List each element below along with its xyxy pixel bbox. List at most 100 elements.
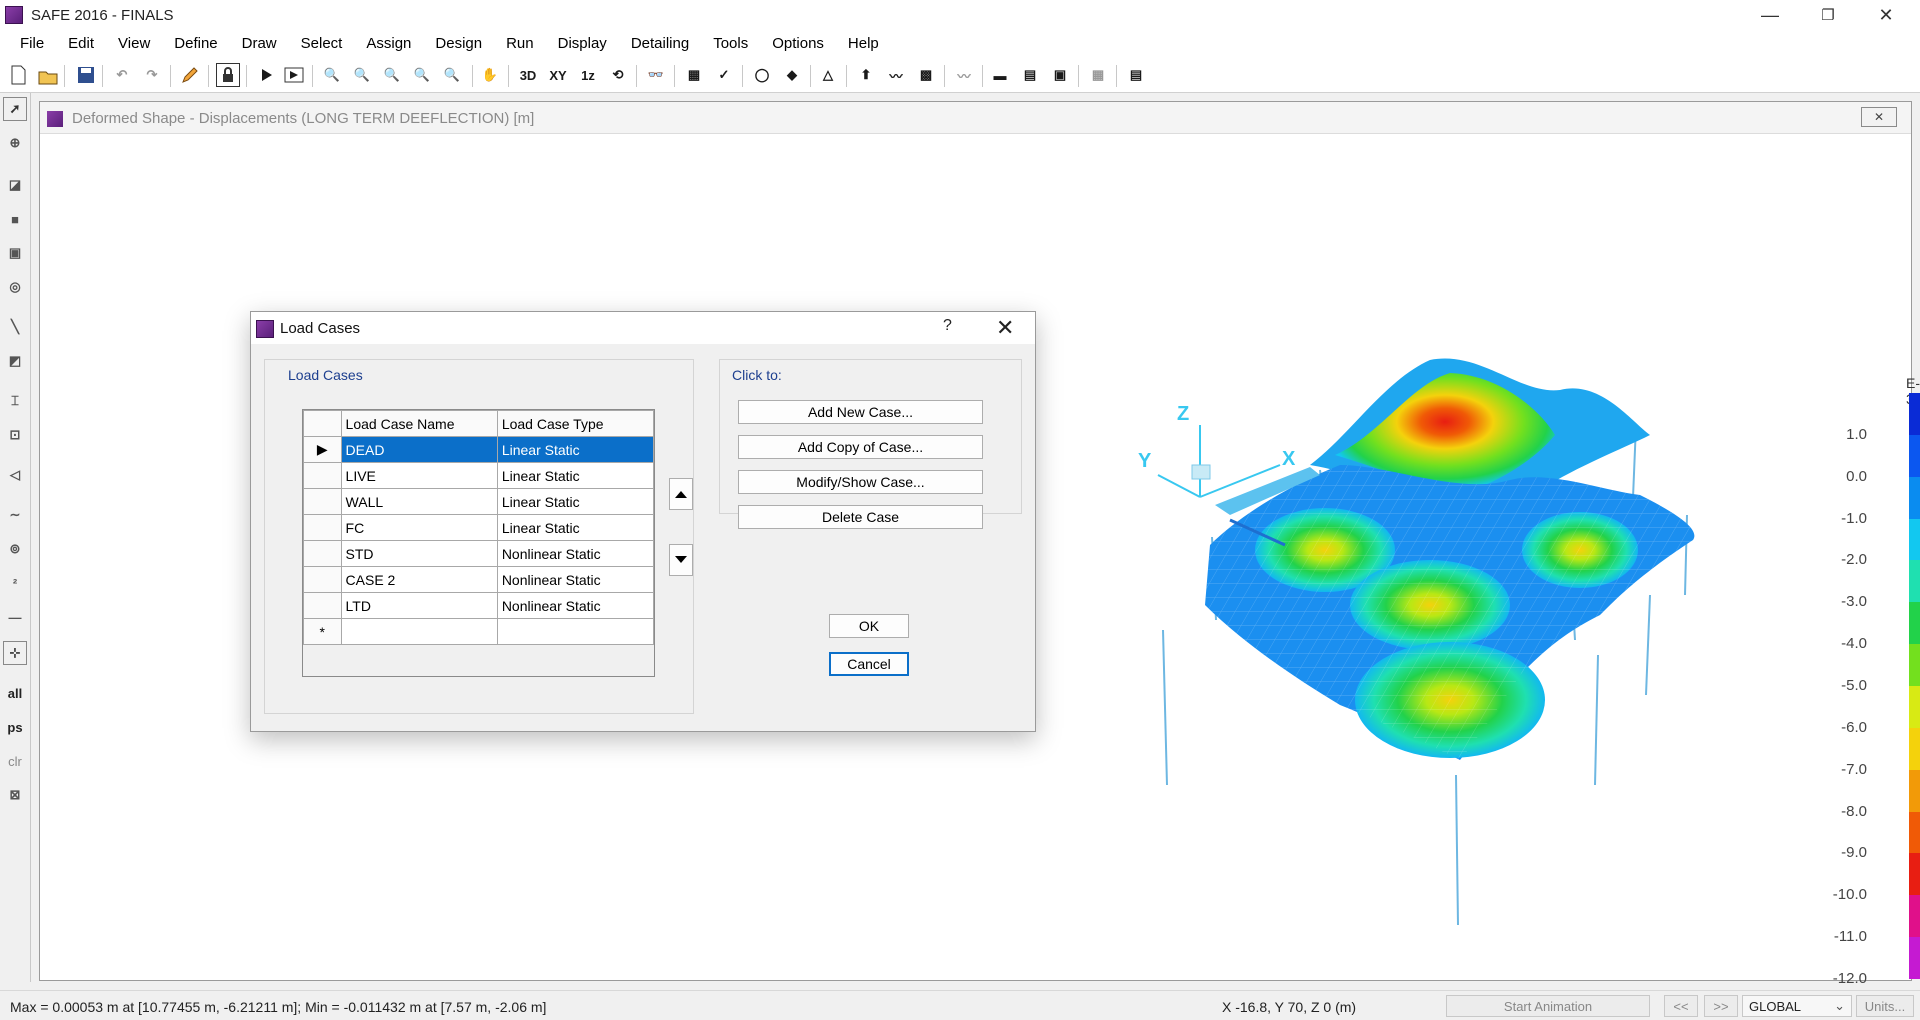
case-type-cell[interactable]: Nonlinear Static xyxy=(496,592,655,619)
lock-icon[interactable] xyxy=(216,63,240,87)
table-row[interactable]: LIVE Linear Static xyxy=(303,462,655,489)
coordinate-system-select[interactable]: GLOBAL ⌄ xyxy=(1742,995,1852,1017)
modify-show-case-button[interactable]: Modify/Show Case... xyxy=(738,470,983,494)
open-file-icon[interactable] xyxy=(36,63,60,87)
tables-icon[interactable]: ▤ xyxy=(1124,63,1148,87)
delete-case-button[interactable]: Delete Case xyxy=(738,505,983,529)
beam-forces-icon[interactable]: ▬ xyxy=(988,63,1012,87)
zoom-window-icon[interactable]: 🔍 xyxy=(320,63,344,87)
case-name-cell[interactable]: STD xyxy=(340,540,498,567)
menu-assign[interactable]: Assign xyxy=(354,30,423,57)
minimize-button[interactable]: — xyxy=(1742,0,1798,30)
pointer-icon[interactable]: ➚ xyxy=(3,97,27,121)
draw-strip-icon[interactable]: ◁ xyxy=(3,463,27,487)
menu-detailing[interactable]: Detailing xyxy=(619,30,701,57)
menu-help[interactable]: Help xyxy=(836,30,891,57)
draw-rectangle-icon[interactable]: ■ xyxy=(3,207,27,231)
reactions-icon[interactable]: ⬆ xyxy=(854,63,878,87)
set-display-options-icon[interactable]: 👓 xyxy=(644,63,668,87)
case-type-cell[interactable]: Linear Static xyxy=(496,514,655,541)
case-name-cell[interactable]: DEAD xyxy=(340,436,498,463)
circle-icon[interactable]: ◯ xyxy=(750,63,774,87)
view-close-button[interactable]: ✕ xyxy=(1861,107,1897,127)
intersecting-line-icon[interactable]: ⊠ xyxy=(3,783,27,807)
contour-icon[interactable]: ▩ xyxy=(914,63,938,87)
new-case-name-cell[interactable] xyxy=(340,618,498,645)
menu-define[interactable]: Define xyxy=(162,30,229,57)
draw-area-icon[interactable]: ◪ xyxy=(3,173,27,197)
pan-icon[interactable]: ✋ xyxy=(478,63,502,87)
redo-icon[interactable]: ↷ xyxy=(140,63,164,87)
draw-rebar-icon[interactable]: — xyxy=(3,605,27,629)
case-name-cell[interactable]: CASE 2 xyxy=(340,566,498,593)
menu-design[interactable]: Design xyxy=(423,30,494,57)
draw-beam-icon[interactable]: ◩ xyxy=(3,349,27,373)
select-all-button[interactable]: all xyxy=(3,681,27,705)
moment-diagram-icon[interactable]: 〰 xyxy=(884,63,908,87)
table-row[interactable]: STD Nonlinear Static xyxy=(303,540,655,567)
menu-edit[interactable]: Edit xyxy=(56,30,106,57)
draw-wall-icon[interactable]: ⊡ xyxy=(3,423,27,447)
previous-selection-button[interactable]: ps xyxy=(3,715,27,739)
menu-display[interactable]: Display xyxy=(546,30,619,57)
case-name-cell[interactable]: LTD xyxy=(340,592,498,619)
new-case-type-cell[interactable] xyxy=(496,618,655,645)
design-icon[interactable]: ▤ xyxy=(1018,63,1042,87)
table-row[interactable]: LTD Nonlinear Static xyxy=(303,592,655,619)
select-all-icon[interactable]: ▦ xyxy=(682,63,706,87)
add-copy-of-case-button[interactable]: Add Copy of Case... xyxy=(738,435,983,459)
menu-run[interactable]: Run xyxy=(494,30,546,57)
snap-icon[interactable]: ⊹ xyxy=(3,641,27,665)
table-row[interactable]: FC Linear Static xyxy=(303,514,655,541)
clear-selection-button[interactable]: clr xyxy=(3,749,27,773)
close-button[interactable]: ✕ xyxy=(1858,0,1914,30)
menu-options[interactable]: Options xyxy=(760,30,836,57)
draw-drop-panel-icon[interactable]: ◎ xyxy=(3,275,27,299)
draw-column-icon[interactable]: ⌶ xyxy=(3,389,27,413)
case-name-cell[interactable]: FC xyxy=(340,514,498,541)
view-xy-button[interactable]: XY xyxy=(546,63,570,87)
run-options-icon[interactable] xyxy=(282,63,306,87)
case-type-cell[interactable]: Linear Static xyxy=(496,436,655,463)
menu-draw[interactable]: Draw xyxy=(230,30,289,57)
ok-button[interactable]: OK xyxy=(829,614,909,638)
move-up-button[interactable] xyxy=(669,478,693,510)
zoom-previous-icon[interactable]: 🔍 xyxy=(440,63,464,87)
pencil-icon[interactable] xyxy=(178,63,202,87)
draw-point-icon[interactable]: ⊕ xyxy=(3,131,27,155)
dialog-close-button[interactable]: ✕ xyxy=(996,315,1014,341)
units-button[interactable]: Units... xyxy=(1856,995,1914,1017)
zoom-in-icon[interactable]: 🔍 xyxy=(380,63,404,87)
punching-shear-icon[interactable]: ▣ xyxy=(1048,63,1072,87)
dimension-icon[interactable]: ² xyxy=(3,571,27,595)
table-row[interactable]: ▶ DEAD Linear Static xyxy=(303,436,655,463)
draw-support-icon[interactable]: ⊚ xyxy=(3,537,27,561)
add-new-case-button[interactable]: Add New Case... xyxy=(738,400,983,424)
draw-slab-icon[interactable]: ▣ xyxy=(3,241,27,265)
menu-tools[interactable]: Tools xyxy=(701,30,760,57)
new-row[interactable]: * xyxy=(303,618,655,645)
move-down-button[interactable] xyxy=(669,544,693,576)
deformed-shape-icon[interactable]: ◆ xyxy=(780,63,804,87)
cancel-button[interactable]: Cancel xyxy=(829,652,909,676)
draw-line-icon[interactable]: ╲ xyxy=(3,315,27,339)
table-row[interactable]: CASE 2 Nonlinear Static xyxy=(303,566,655,593)
case-type-cell[interactable]: Nonlinear Static xyxy=(496,566,655,593)
run-icon[interactable] xyxy=(254,63,278,87)
draw-tendon-icon[interactable]: ∼ xyxy=(3,503,27,527)
menu-view[interactable]: View xyxy=(106,30,162,57)
dialog-help-button[interactable]: ? xyxy=(943,317,952,335)
zoom-restore-icon[interactable]: 🔍 xyxy=(350,63,374,87)
view-3d-button[interactable]: 3D xyxy=(516,63,540,87)
case-name-cell[interactable]: WALL xyxy=(340,488,498,515)
new-file-icon[interactable] xyxy=(6,63,30,87)
menu-file[interactable]: File xyxy=(0,30,56,57)
next-button[interactable]: >> xyxy=(1704,995,1738,1017)
case-type-cell[interactable]: Linear Static xyxy=(496,462,655,489)
check-icon[interactable]: ✓ xyxy=(712,63,736,87)
table-row[interactable]: WALL Linear Static xyxy=(303,488,655,515)
case-type-cell[interactable]: Nonlinear Static xyxy=(496,540,655,567)
restore-button[interactable]: ❐ xyxy=(1800,0,1856,30)
rotate-view-icon[interactable]: ⟲ xyxy=(606,63,630,87)
case-type-cell[interactable]: Linear Static xyxy=(496,488,655,515)
